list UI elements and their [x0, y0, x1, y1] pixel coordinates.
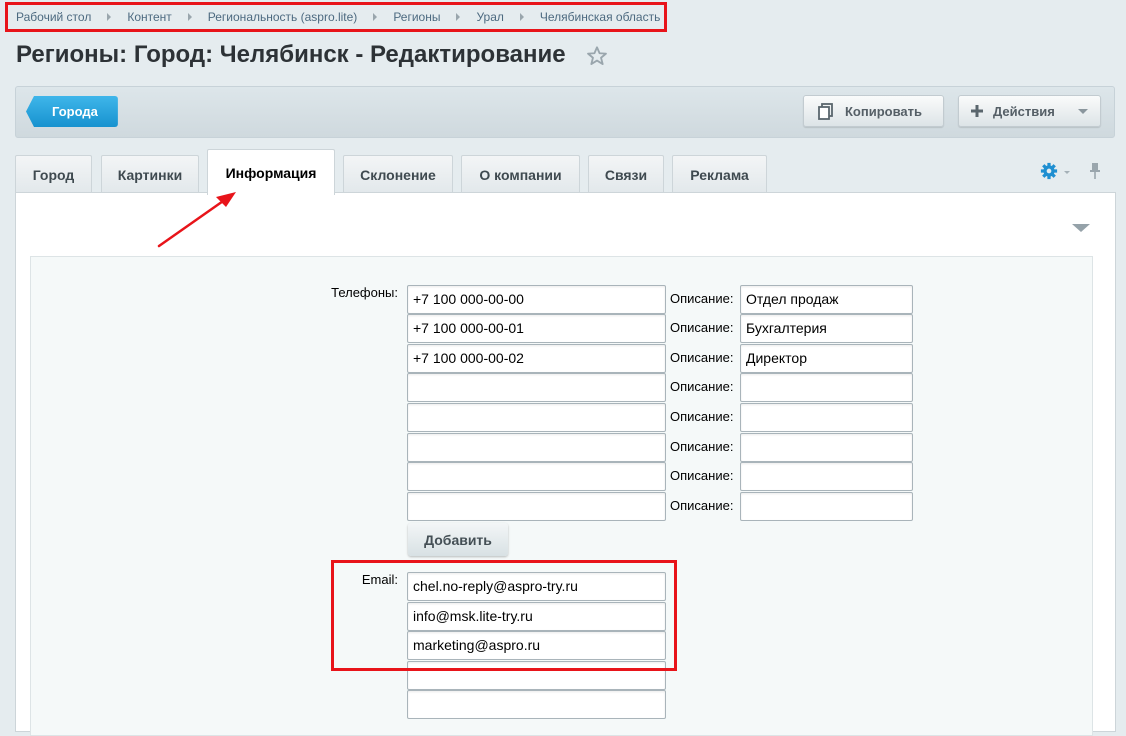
- phones-label: Телефоны:: [331, 285, 398, 300]
- tab-links[interactable]: Связи: [588, 155, 664, 193]
- phone-input[interactable]: [407, 373, 666, 402]
- gear-icon[interactable]: [1040, 162, 1058, 180]
- email-input[interactable]: [407, 690, 666, 719]
- page-title: Регионы: Город: Челябинск - Редактирован…: [16, 41, 566, 68]
- actions-dropdown-button[interactable]: Действия: [958, 95, 1101, 127]
- tab-declension[interactable]: Склонение: [343, 155, 453, 193]
- email-highlight-box: [331, 560, 677, 671]
- breadcrumb-highlight-box: [5, 2, 667, 32]
- phone-description-input[interactable]: [740, 373, 913, 402]
- collapse-icon[interactable]: [1072, 224, 1090, 232]
- tab-advertising[interactable]: Реклама: [672, 155, 767, 193]
- description-label: Описание:: [670, 291, 734, 306]
- phone-description-input[interactable]: Отдел продаж: [740, 285, 913, 314]
- chevron-down-icon: [1078, 109, 1088, 114]
- phone-input[interactable]: +7 100 000-00-00: [407, 285, 666, 314]
- description-label: Описание:: [670, 468, 734, 483]
- copy-icon: [818, 102, 833, 120]
- annotation-arrow-icon: [157, 192, 236, 248]
- description-label: Описание:: [670, 379, 734, 394]
- phone-description-input[interactable]: Директор: [740, 344, 913, 373]
- phone-input[interactable]: [407, 492, 666, 521]
- copy-button-label: Копировать: [845, 103, 923, 119]
- back-to-cities-button[interactable]: Города: [26, 96, 118, 127]
- actions-button-label: Действия: [993, 103, 1055, 119]
- add-phone-button[interactable]: Добавить: [408, 523, 508, 556]
- description-label: Описание:: [670, 498, 734, 513]
- description-label: Описание:: [670, 409, 734, 424]
- gear-chevron-down-icon[interactable]: [1064, 171, 1070, 174]
- phone-description-input[interactable]: [740, 462, 913, 491]
- phone-input[interactable]: +7 100 000-00-01: [407, 314, 666, 343]
- description-label: Описание:: [670, 350, 734, 365]
- plus-icon: [971, 105, 983, 117]
- phone-description-input[interactable]: Бухгалтерия: [740, 314, 913, 343]
- phone-input[interactable]: [407, 403, 666, 432]
- description-label: Описание:: [670, 320, 734, 335]
- phone-input[interactable]: [407, 433, 666, 462]
- phone-input[interactable]: [407, 462, 666, 491]
- phone-description-input[interactable]: [740, 492, 913, 521]
- pin-icon[interactable]: [1088, 162, 1102, 180]
- tab-city[interactable]: Город: [15, 155, 92, 193]
- phone-input[interactable]: +7 100 000-00-02: [407, 344, 666, 373]
- description-label: Описание:: [670, 439, 734, 454]
- toolbar: [15, 86, 1115, 138]
- copy-button[interactable]: Копировать: [803, 95, 944, 127]
- tab-about-company[interactable]: О компании: [461, 155, 580, 193]
- star-icon[interactable]: [586, 45, 608, 67]
- phone-description-input[interactable]: [740, 403, 913, 432]
- phone-description-input[interactable]: [740, 433, 913, 462]
